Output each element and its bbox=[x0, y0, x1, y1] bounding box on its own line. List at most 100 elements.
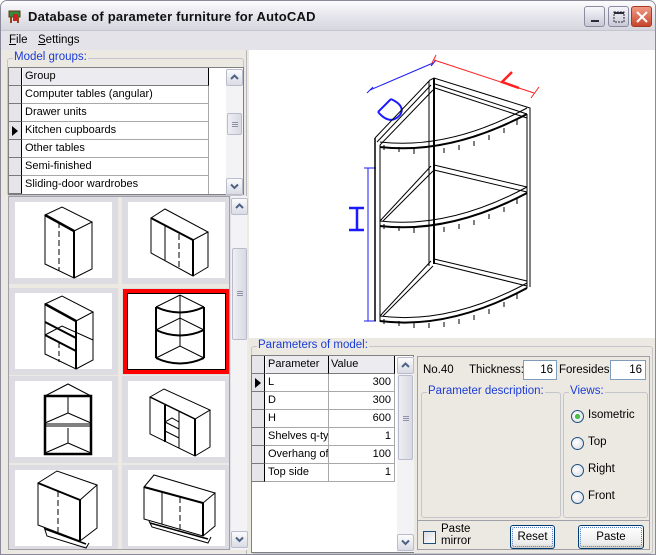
minimize-icon bbox=[591, 20, 599, 22]
thumbnail-tall-cupboard[interactable] bbox=[9, 197, 118, 284]
menu-file[interactable]: File bbox=[9, 34, 28, 46]
app-window: Database of parameter furniture for Auto… bbox=[0, 0, 656, 555]
wide-wall-cupboard-hood-icon bbox=[143, 474, 217, 544]
scroll-up-button[interactable] bbox=[397, 357, 414, 374]
row-indicator bbox=[9, 122, 22, 140]
menu-settings[interactable]: Settings bbox=[38, 34, 80, 46]
scroll-down-button[interactable] bbox=[231, 531, 248, 548]
parameters-grid: Parameter Value L 300 D 300 H 600 Shelve… bbox=[251, 355, 414, 553]
group-cell[interactable]: Drawer units bbox=[23, 104, 209, 122]
parameters-scrollbar[interactable] bbox=[397, 357, 414, 552]
scroll-thumb[interactable] bbox=[398, 375, 413, 460]
model-thumbnail-grid bbox=[8, 196, 230, 550]
row-indicator bbox=[9, 176, 22, 194]
parameter-row[interactable]: Shelves q-ty 1 bbox=[252, 428, 395, 446]
radio-isometric[interactable] bbox=[571, 410, 584, 423]
scroll-up-button[interactable] bbox=[231, 198, 248, 215]
scroll-down-button[interactable] bbox=[397, 534, 414, 551]
current-row-arrow-icon bbox=[255, 378, 261, 388]
dimension-label-l bbox=[499, 71, 520, 90]
chevron-down-icon bbox=[401, 539, 410, 546]
group-row[interactable]: Computer tables (angular) bbox=[9, 86, 209, 104]
parameter-value-cell[interactable]: 300 bbox=[329, 374, 395, 392]
view-label: Isometric bbox=[588, 409, 635, 421]
thumbnail-wide-cupboard[interactable] bbox=[122, 197, 229, 284]
radio-top[interactable] bbox=[571, 437, 584, 450]
chevron-up-icon bbox=[230, 74, 239, 80]
corner-shelf-icon bbox=[155, 294, 205, 365]
wall-cupboard-hood-icon bbox=[36, 470, 98, 549]
row-indicator bbox=[252, 374, 265, 392]
chevron-up-icon bbox=[235, 203, 244, 209]
radio-right[interactable] bbox=[571, 464, 584, 477]
model-groups-legend: Model groups: bbox=[13, 51, 88, 63]
model-groups-scrollbar[interactable] bbox=[226, 69, 243, 195]
paste-mirror-label-line1: Paste bbox=[441, 523, 471, 535]
chevron-down-icon bbox=[235, 536, 244, 543]
thumbnail-corner-shelf-front[interactable] bbox=[9, 376, 118, 463]
thumbnail-wide-wall-cupboard-hood[interactable] bbox=[122, 465, 229, 549]
column-header-parameter[interactable]: Parameter bbox=[266, 356, 329, 374]
parameter-value-cell[interactable]: 600 bbox=[329, 410, 395, 428]
corner-shelf-3d-drawing bbox=[349, 54, 540, 328]
wide-cupboard-icon bbox=[150, 208, 210, 277]
column-header-group[interactable]: Group bbox=[23, 68, 209, 86]
group-cell[interactable]: Computer tables (angular) bbox=[23, 86, 209, 104]
menu-bar: File Settings bbox=[1, 31, 655, 50]
window-title: Database of parameter furniture for Auto… bbox=[28, 9, 316, 24]
dimension-label-d bbox=[377, 98, 403, 121]
foresides-input[interactable]: 16 bbox=[610, 360, 646, 380]
current-row-arrow-icon bbox=[12, 126, 18, 136]
column-header-value[interactable]: Value bbox=[329, 356, 395, 374]
scroll-up-button[interactable] bbox=[226, 69, 243, 86]
scroll-thumb[interactable] bbox=[232, 248, 247, 340]
cupboard-open-shelf-icon bbox=[43, 295, 95, 370]
paste-mirror-checkbox[interactable] bbox=[423, 531, 436, 544]
parameter-value-cell[interactable]: 1 bbox=[329, 428, 395, 446]
minimize-button[interactable] bbox=[584, 6, 605, 27]
parameter-value-cell[interactable]: 300 bbox=[329, 392, 395, 410]
scroll-thumb[interactable] bbox=[227, 113, 242, 135]
parameter-row[interactable]: Overhang of 100 bbox=[252, 446, 395, 464]
thumbnail-cupboard-center-shelves[interactable] bbox=[122, 376, 229, 463]
parameter-name-cell[interactable]: H bbox=[266, 410, 329, 428]
paste-button[interactable]: Paste bbox=[578, 525, 644, 549]
views-legend: Views: bbox=[569, 385, 605, 397]
parameter-row-selected[interactable]: L 300 bbox=[252, 374, 395, 392]
parameter-name-cell[interactable]: Overhang of bbox=[266, 446, 329, 464]
reset-button[interactable]: Reset bbox=[510, 525, 555, 549]
maximize-button[interactable] bbox=[608, 6, 629, 27]
view-label: Top bbox=[588, 436, 607, 448]
thumbnail-corner-shelf-selected[interactable] bbox=[122, 288, 229, 375]
thumbnails-scrollbar[interactable] bbox=[230, 196, 248, 550]
menu-file-mnemonic: F bbox=[9, 34, 17, 46]
group-row[interactable]: Drawer units bbox=[9, 104, 209, 122]
radio-front[interactable] bbox=[571, 491, 584, 504]
thumbnail-wall-cupboard-hood[interactable] bbox=[9, 465, 118, 549]
parameter-name-cell[interactable]: D bbox=[266, 392, 329, 410]
group-row[interactable]: Sliding-door wardrobes bbox=[9, 176, 209, 194]
scroll-down-button[interactable] bbox=[226, 178, 243, 195]
group-row-selected[interactable]: Kitchen cupboards bbox=[9, 122, 209, 140]
parameter-row[interactable]: H 600 bbox=[252, 410, 395, 428]
thickness-input[interactable]: 16 bbox=[523, 360, 557, 380]
parameters-legend: Parameters of model: bbox=[257, 339, 369, 351]
close-button[interactable] bbox=[631, 6, 652, 27]
parameter-value-cell[interactable]: 100 bbox=[329, 446, 395, 464]
group-cell[interactable]: Semi-finished bbox=[23, 158, 209, 176]
parameter-row[interactable]: Top side 1 bbox=[252, 464, 395, 482]
chevron-up-icon bbox=[401, 362, 410, 368]
group-cell[interactable]: Kitchen cupboards bbox=[23, 122, 209, 140]
group-row[interactable]: Semi-finished bbox=[9, 158, 209, 176]
parameter-row[interactable]: D 300 bbox=[252, 392, 395, 410]
group-cell[interactable]: Sliding-door wardrobes bbox=[23, 176, 209, 194]
group-cell[interactable]: Other tables bbox=[23, 140, 209, 158]
parameter-value-cell[interactable]: 1 bbox=[329, 464, 395, 482]
parameter-name-cell[interactable]: Shelves q-ty bbox=[266, 428, 329, 446]
group-row[interactable]: Other tables bbox=[9, 140, 209, 158]
parameter-name-cell[interactable]: Top side bbox=[266, 464, 329, 482]
parameter-name-cell[interactable]: L bbox=[266, 374, 329, 392]
thumbnail-cupboard-open-shelf[interactable] bbox=[9, 288, 118, 375]
view-label: Front bbox=[588, 490, 615, 502]
menu-file-label: ile bbox=[16, 34, 28, 46]
